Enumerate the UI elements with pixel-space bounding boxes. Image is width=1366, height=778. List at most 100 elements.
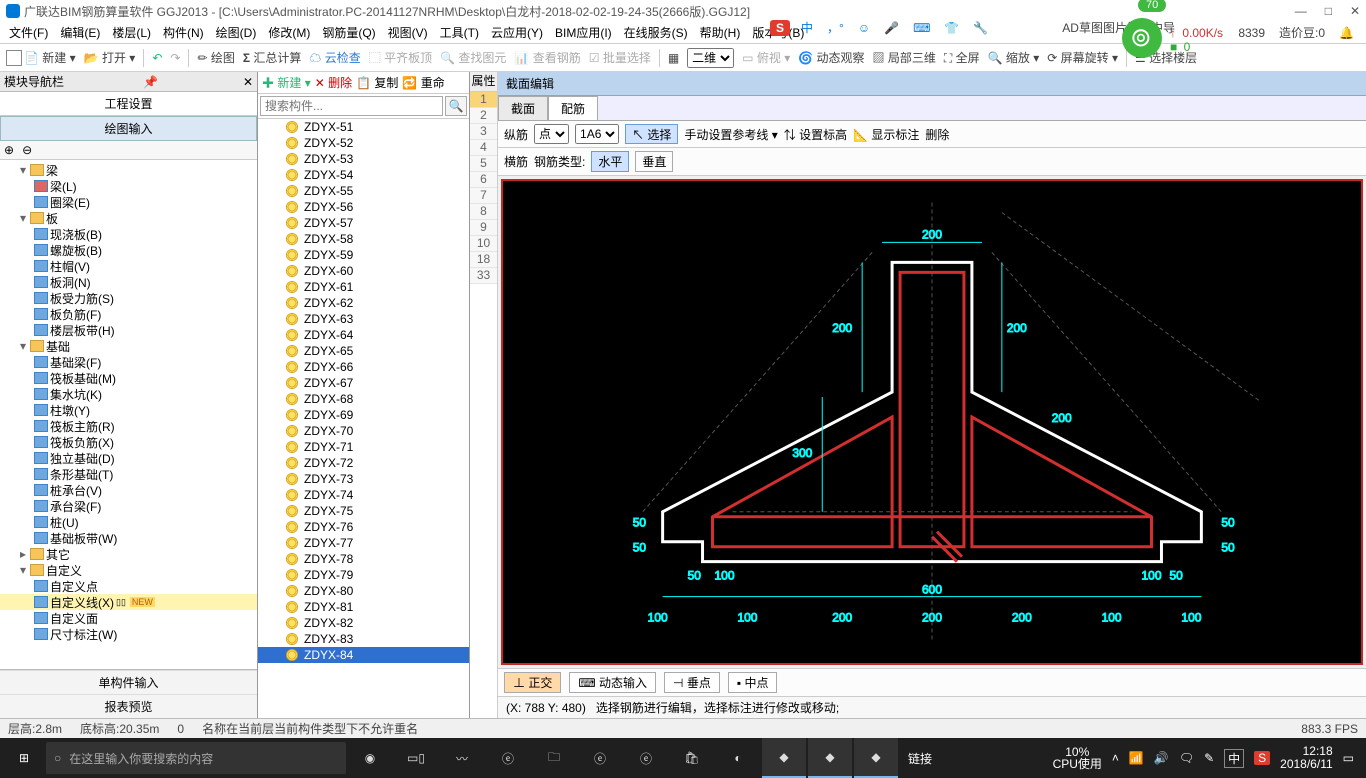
edge-legacy-icon[interactable]: ⓔ — [486, 738, 530, 778]
ime-punct-icon[interactable]: ，° — [824, 18, 847, 37]
component-item[interactable]: ZDYX-82 — [258, 615, 469, 631]
component-item[interactable]: ZDYX-51 — [258, 119, 469, 135]
menu-online[interactable]: 在线服务(S) — [621, 23, 691, 42]
tree-ctl[interactable]: 承台梁(F) — [50, 498, 101, 515]
tree-fbfj[interactable]: 筏板负筋(X) — [50, 434, 114, 451]
tree-quanliang[interactable]: 圈梁(E) — [50, 194, 90, 211]
perp-point-button[interactable]: ⊣ 垂点 — [664, 672, 720, 693]
nav-project-settings[interactable]: 工程设置 — [0, 92, 257, 116]
view-steel-button[interactable]: 📊 查看钢筋 — [514, 49, 580, 66]
bell-icon[interactable]: 🔔 — [1339, 26, 1354, 40]
menu-help[interactable]: 帮助(H) — [697, 23, 744, 42]
component-item[interactable]: ZDYX-73 — [258, 471, 469, 487]
tree-zhumao[interactable]: 柱帽(V) — [50, 258, 90, 275]
fullscreen-button[interactable]: ⛶ 全屏 — [944, 49, 980, 66]
tray-clock[interactable]: 12:182018/6/11 — [1280, 745, 1333, 771]
component-item[interactable]: ZDYX-52 — [258, 135, 469, 151]
search-button[interactable]: 🔍 — [445, 96, 467, 116]
taskview-icon[interactable]: ▭▯ — [394, 738, 438, 778]
manual-ref-button[interactable]: 手动设置参考线 ▾ — [684, 126, 777, 143]
vertical-button[interactable]: 垂直 — [635, 151, 673, 172]
component-item[interactable]: ZDYX-72 — [258, 455, 469, 471]
cpu-usage[interactable]: 10%CPU使用 — [1053, 746, 1102, 770]
rename-comp-button[interactable]: 🔁 重命 — [402, 74, 444, 91]
drawing-canvas[interactable]: 200 200 200 300 200 5050 5050 50100 1005… — [501, 179, 1363, 665]
sogou-icon[interactable]: S — [770, 20, 790, 36]
ime-mic-icon[interactable]: 🎤 — [881, 20, 902, 36]
component-item[interactable]: ZDYX-79 — [258, 567, 469, 583]
cortana-icon[interactable]: ◉ — [348, 738, 392, 778]
component-item[interactable]: ZDYX-58 — [258, 231, 469, 247]
new-button[interactable]: 📄 新建 ▾ — [6, 49, 76, 67]
sum-button[interactable]: Σ 汇总计算 — [243, 49, 302, 66]
edge-icon[interactable]: ⓔ — [578, 738, 622, 778]
batch-sel-button[interactable]: ☑ 批量选择 — [589, 49, 651, 66]
spec-select[interactable]: 1A6 — [575, 124, 619, 144]
component-item[interactable]: ZDYX-61 — [258, 279, 469, 295]
delete-button[interactable]: 删除 — [925, 126, 949, 143]
menu-file[interactable]: 文件(F) — [6, 23, 51, 42]
component-item[interactable]: ZDYX-56 — [258, 199, 469, 215]
set-elev-button[interactable]: ⇅ 设置标高 — [784, 126, 847, 143]
menu-cloud[interactable]: 云应用(Y) — [488, 23, 546, 42]
active-app1-icon[interactable]: ◆ — [762, 738, 806, 778]
link-label[interactable]: 链接 — [900, 750, 940, 767]
tree-xjb[interactable]: 现浇板(B) — [50, 226, 102, 243]
ime-smile-icon[interactable]: ☺ — [855, 20, 873, 36]
nav-report[interactable]: 报表预览 — [0, 694, 257, 718]
explorer-icon[interactable]: 🗀 — [532, 738, 576, 778]
row-number[interactable]: 5 — [470, 156, 497, 172]
topview-button[interactable]: ▭ 俯视 ▾ — [742, 49, 790, 66]
component-item[interactable]: ZDYX-55 — [258, 183, 469, 199]
tree-fbjc[interactable]: 筏板基础(M) — [50, 370, 116, 387]
mid-point-button[interactable]: ▪ 中点 — [728, 672, 778, 693]
component-item[interactable]: ZDYX-63 — [258, 311, 469, 327]
row-number[interactable]: 33 — [470, 268, 497, 284]
component-item[interactable]: ZDYX-75 — [258, 503, 469, 519]
close-nav-icon[interactable]: ✕ — [243, 75, 253, 89]
del-comp-button[interactable]: ✕ 删除 — [315, 74, 352, 91]
row-number[interactable]: 6 — [470, 172, 497, 188]
component-item[interactable]: ZDYX-59 — [258, 247, 469, 263]
component-item[interactable]: ZDYX-74 — [258, 487, 469, 503]
ie-icon[interactable]: ⓔ — [624, 738, 668, 778]
tree-zct[interactable]: 桩承台(V) — [50, 482, 102, 499]
zoom-button[interactable]: 🔍 缩放 ▾ — [988, 49, 1040, 66]
component-item[interactable]: ZDYX-60 — [258, 263, 469, 279]
ime-user-icon[interactable]: 👕 — [941, 20, 962, 36]
row-number[interactable]: 7 — [470, 188, 497, 204]
wifi-icon[interactable] — [1122, 18, 1162, 58]
tree-ban[interactable]: 板 — [46, 210, 58, 227]
dyn-view-button[interactable]: 🌀 动态观察 — [798, 49, 864, 66]
ime-keyboard-icon[interactable]: ⌨ — [910, 20, 933, 36]
row-number[interactable]: 1 — [470, 92, 497, 108]
menu-floor[interactable]: 楼层(L) — [109, 23, 154, 42]
show-dim-button[interactable]: 📐 显示标注 — [853, 126, 919, 143]
component-item[interactable]: ZDYX-65 — [258, 343, 469, 359]
component-item[interactable]: ZDYX-64 — [258, 327, 469, 343]
tree-zdym[interactable]: 自定义面 — [50, 610, 98, 627]
component-item[interactable]: ZDYX-78 — [258, 551, 469, 567]
tree-lcbd[interactable]: 楼层板带(H) — [50, 322, 115, 339]
tab-section[interactable]: 截面 — [498, 96, 548, 120]
component-item[interactable]: ZDYX-83 — [258, 631, 469, 647]
menu-edit[interactable]: 编辑(E) — [57, 23, 103, 42]
component-item[interactable]: ZDYX-66 — [258, 359, 469, 375]
tree-jichu[interactable]: 基础 — [46, 338, 70, 355]
tree-jcbd[interactable]: 基础板带(W) — [50, 530, 117, 547]
flat-top-button[interactable]: ⬚ 平齐板顶 — [369, 49, 432, 66]
tab-rebar[interactable]: 配筋 — [548, 96, 598, 120]
tree-zdyd[interactable]: 自定义点 — [50, 578, 98, 595]
taskbar-search[interactable]: ○ 在这里输入你要搜索的内容 — [46, 742, 346, 774]
menu-steel[interactable]: 钢筋量(Q) — [319, 23, 378, 42]
draw-button[interactable]: ✏ 绘图 — [197, 49, 234, 66]
menu-mod[interactable]: 修改(M) — [265, 23, 313, 42]
row-number[interactable]: 2 — [470, 108, 497, 124]
dyn-input-button[interactable]: ⌨ 动态输入 — [569, 672, 656, 693]
tree-zdyx-selected[interactable]: 自定义线(X)▯▯NEW — [0, 594, 257, 610]
tree-jsk[interactable]: 集水坑(K) — [50, 386, 102, 403]
tree-ccbz[interactable]: 尺寸标注(W) — [50, 626, 117, 643]
active-app2-icon[interactable]: ◆ — [808, 738, 852, 778]
row-number[interactable]: 10 — [470, 236, 497, 252]
app-swirl-icon[interactable]: 〰 — [440, 738, 484, 778]
